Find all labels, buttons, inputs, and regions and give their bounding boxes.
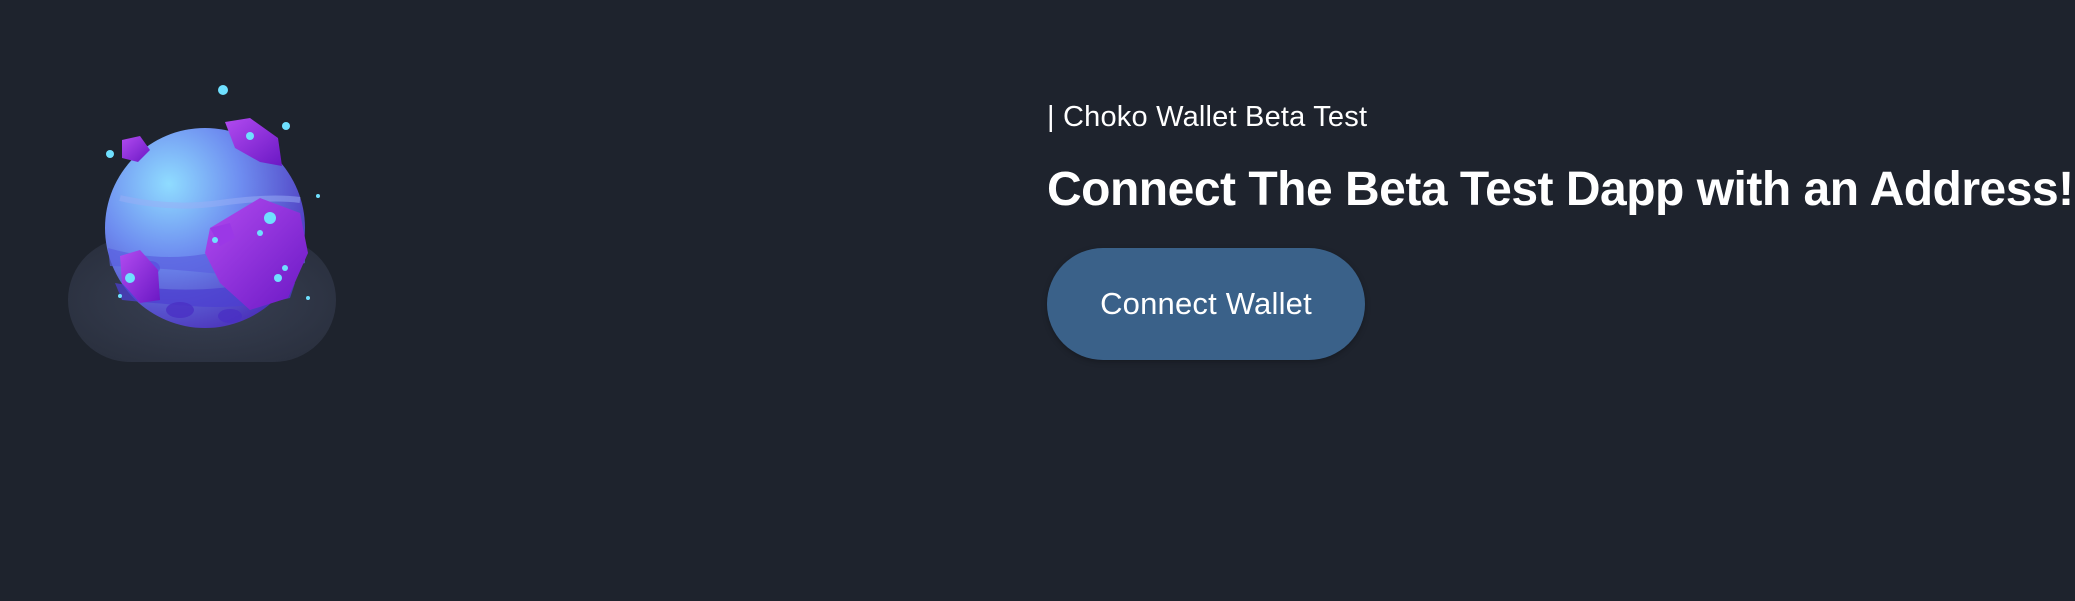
connect-panel: | Choko Wallet Beta Test Connect The Bet… (1047, 98, 2074, 360)
planet-icon (68, 85, 336, 362)
page-title: Connect The Beta Test Dapp with an Addre… (1047, 163, 2074, 216)
planet-illustration (60, 78, 350, 378)
connect-wallet-button[interactable]: Connect Wallet (1047, 248, 1365, 360)
app-subtitle: | Choko Wallet Beta Test (1047, 101, 1368, 133)
